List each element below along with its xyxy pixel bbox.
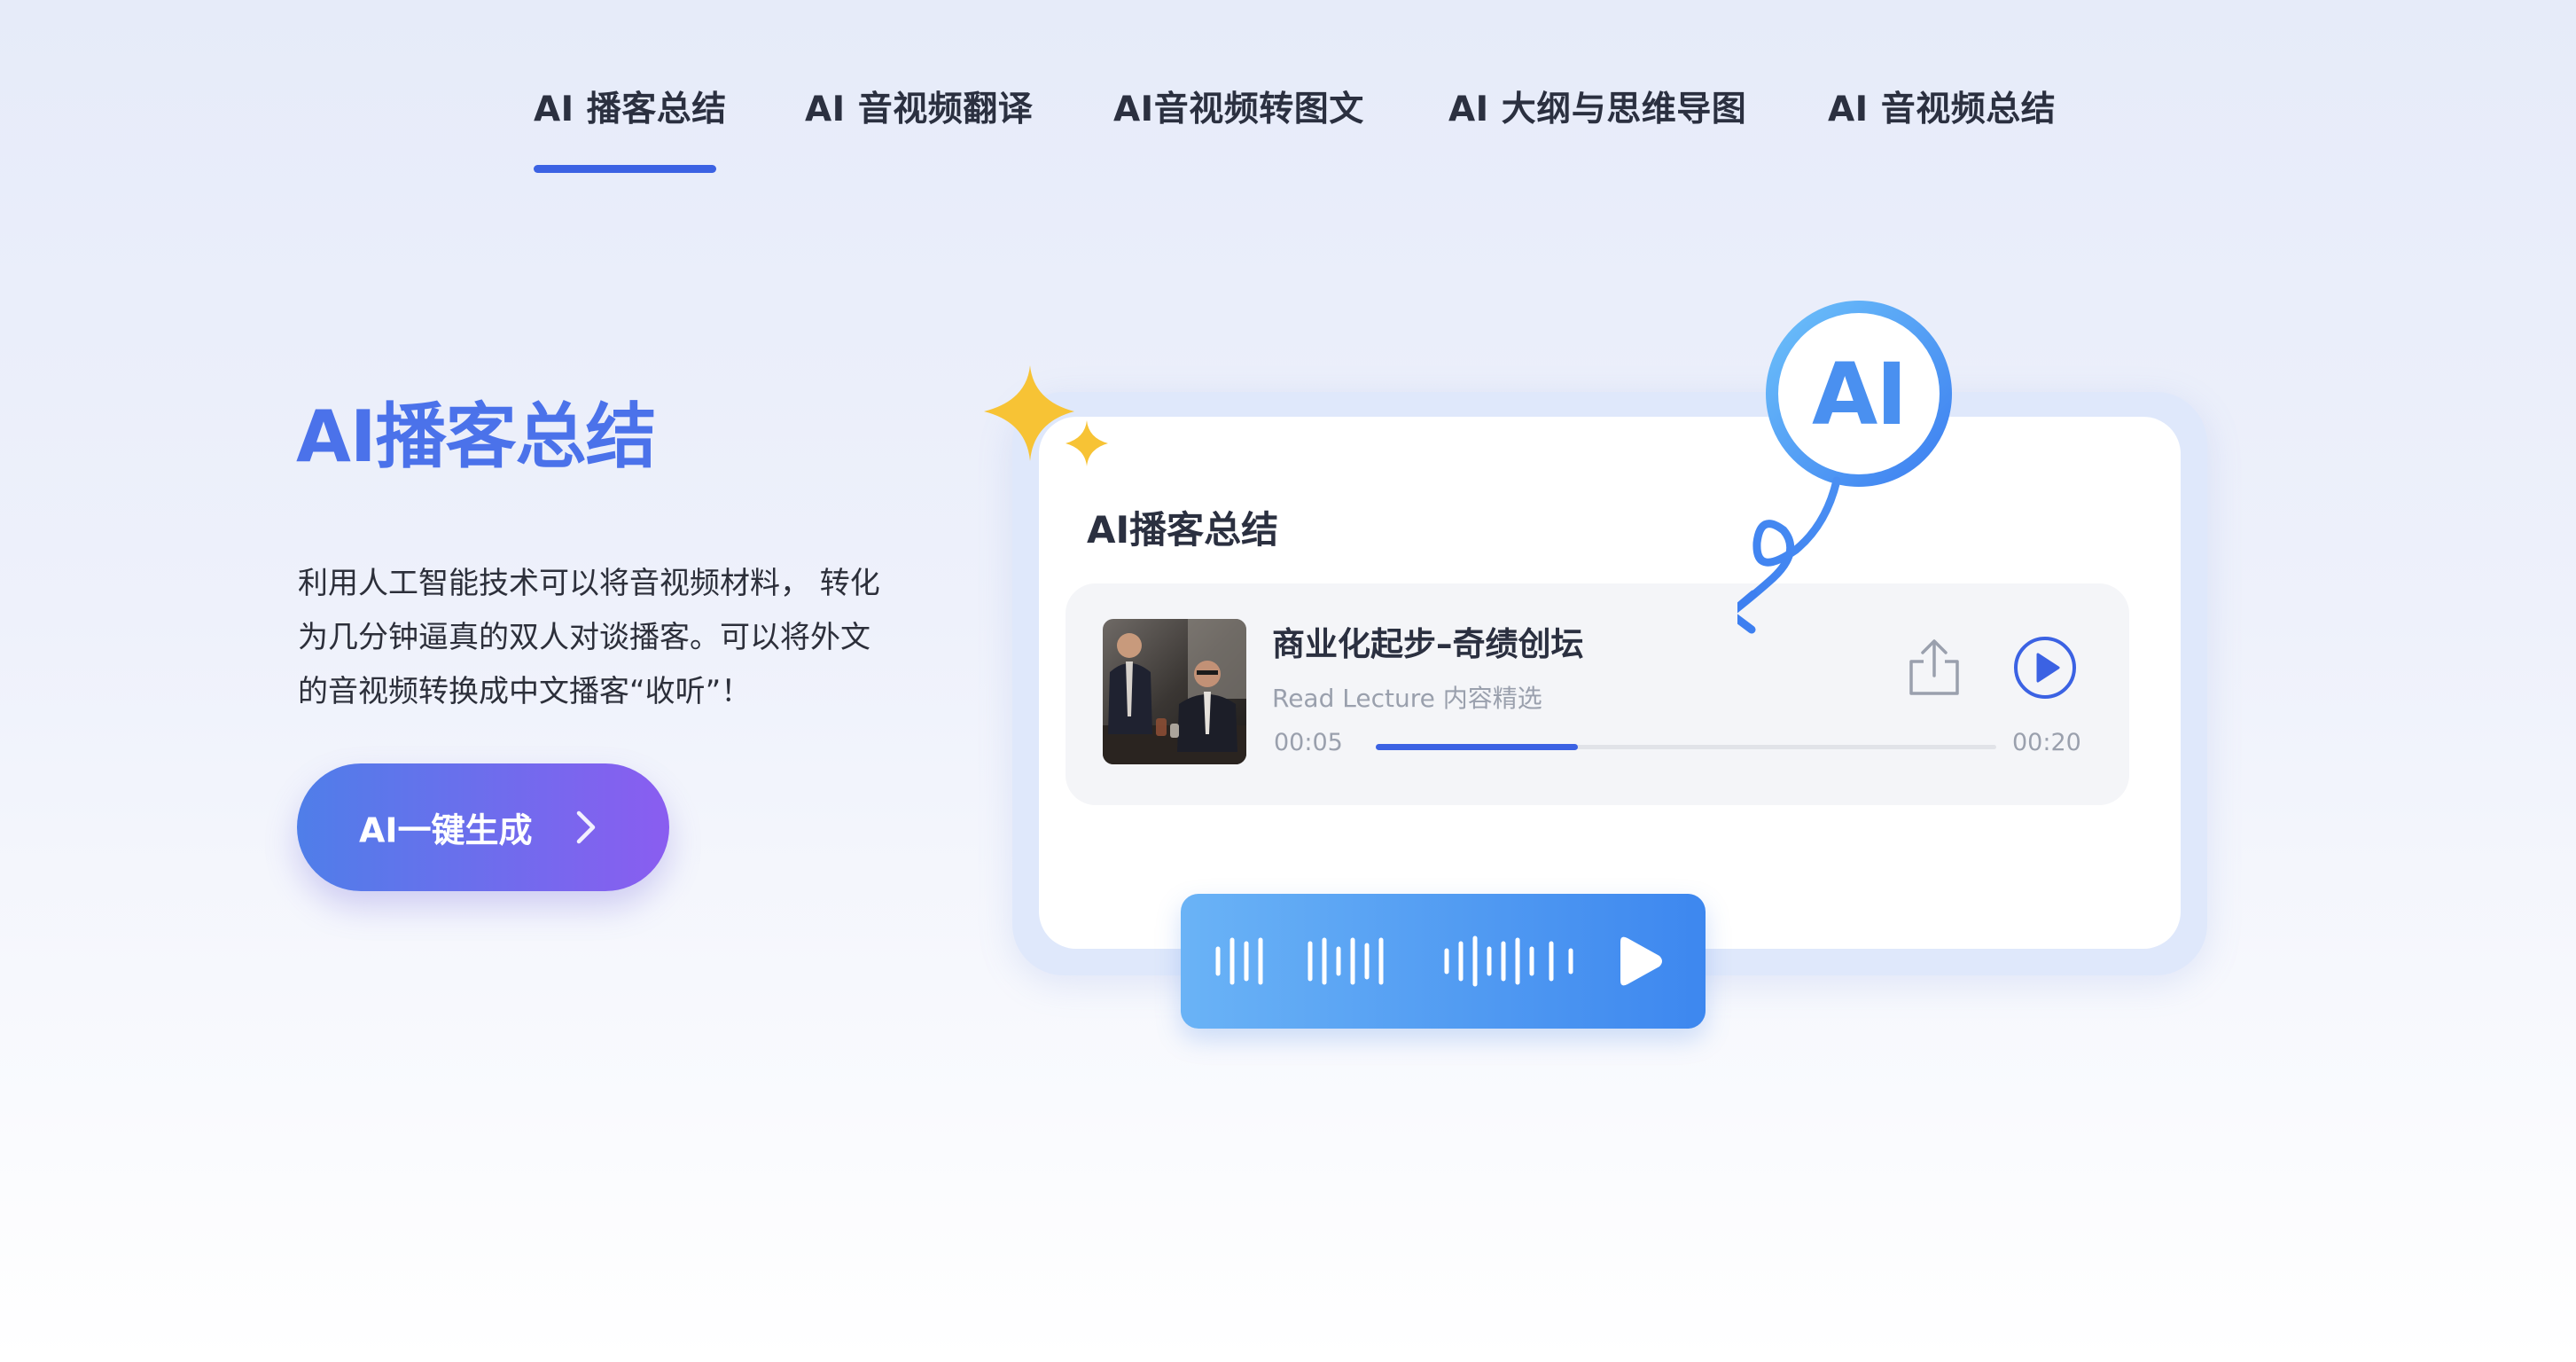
tab-outline-mindmap[interactable]: AI 大纲与思维导图 (1448, 82, 1746, 131)
progress-fill (1376, 744, 1578, 750)
duration-time: 00:20 (2012, 729, 2081, 756)
episode-source: Read Lecture 内容精选 (1272, 684, 1542, 713)
current-time: 00:05 (1274, 729, 1343, 756)
episode-thumbnail (1103, 619, 1246, 764)
generate-button[interactable]: AI一键生成 (297, 763, 669, 891)
active-tab-indicator (534, 165, 716, 173)
hero-description: 利用人工智能技术可以将音视频材料， 转化为几分钟逼真的双人对谈播客。可以将外文的… (298, 566, 880, 709)
generate-button-label: AI一键生成 (359, 810, 533, 850)
chevron-right-icon (576, 810, 596, 844)
progress-bar[interactable] (1376, 744, 1996, 750)
audio-waveform-player[interactable] (1181, 894, 1706, 1029)
episode-title: 商业化起步–奇绩创坛 (1272, 625, 1584, 663)
waveform-icon (1215, 935, 1662, 987)
tab-av-to-article[interactable]: AI音视频转图文 (1113, 82, 1364, 131)
sparkle-icon (984, 365, 1108, 466)
ai-badge-text: AI (1811, 345, 1908, 444)
tab-podcast-summary[interactable]: AI 播客总结 (534, 82, 727, 131)
tab-av-summary[interactable]: AI 音视频总结 (1828, 82, 2056, 131)
tab-av-translation[interactable]: AI 音视频翻译 (805, 82, 1033, 131)
play-icon (1620, 936, 1662, 986)
play-circle-icon[interactable] (2012, 635, 2078, 701)
feature-tabs: AI 播客总结 AI 音视频翻译 AI音视频转图文 AI 大纲与思维导图 AI … (0, 0, 2576, 177)
hero-title: AI播客总结 (296, 395, 657, 478)
preview-card-title: AI播客总结 (1087, 508, 1279, 552)
